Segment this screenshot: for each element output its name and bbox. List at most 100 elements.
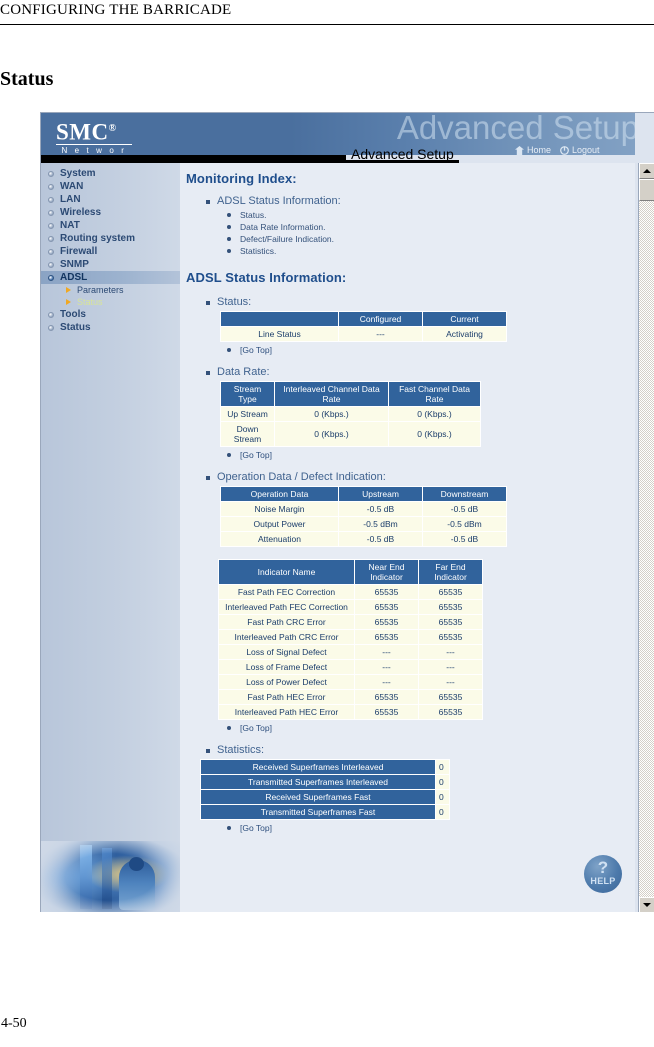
bullet-icon bbox=[48, 197, 54, 203]
sidebar-item-label: Routing system bbox=[60, 233, 136, 244]
op-row1-label: Output Power bbox=[220, 516, 339, 532]
sidebar-subitem-label: Parameters bbox=[77, 285, 124, 295]
status-table: Configured Current Line Status --- Activ… bbox=[220, 311, 507, 342]
logout-button[interactable]: Logout bbox=[560, 145, 600, 155]
ind-row4-near: --- bbox=[354, 644, 419, 660]
sidebar-item-wan[interactable]: WAN bbox=[41, 180, 180, 193]
ind-col-far-end: Far End Indicator bbox=[418, 559, 483, 585]
operation-data-table: Operation Data Upstream Downstream Noise… bbox=[220, 486, 507, 547]
sidebar-item-lan[interactable]: LAN bbox=[41, 193, 180, 206]
ind-row4-label: Loss of Signal Defect bbox=[218, 644, 355, 660]
ind-row7-far: 65535 bbox=[418, 689, 483, 705]
ind-row6-near: --- bbox=[354, 674, 419, 690]
ind-row0-far: 65535 bbox=[418, 584, 483, 600]
sidebar-item-label: Firewall bbox=[60, 246, 98, 257]
sidebar-item-status[interactable]: Status bbox=[41, 321, 180, 334]
statistics-block: Statistics: Received Superframes Interle… bbox=[180, 744, 635, 833]
table-row: Fast Path CRC Error 65535 65535 bbox=[218, 614, 483, 630]
sidebar-item-nat[interactable]: NAT bbox=[41, 219, 180, 232]
question-mark-icon: ? bbox=[597, 858, 609, 877]
table-row: Received Superframes Interleaved 0 bbox=[200, 759, 450, 775]
sidebar-item-adsl[interactable]: ADSL bbox=[41, 271, 180, 284]
sidebar-item-system[interactable]: System bbox=[41, 167, 180, 180]
go-top-link-statistics[interactable]: [Go Top] bbox=[227, 823, 635, 833]
page-title: Status bbox=[0, 68, 54, 90]
status-row-configured: --- bbox=[338, 326, 423, 342]
op-row1-down: -0.5 dBm bbox=[422, 516, 507, 532]
home-button[interactable]: Home bbox=[515, 145, 551, 155]
status-col-blank bbox=[220, 311, 339, 327]
ind-row1-label: Interleaved Path FEC Correction bbox=[218, 599, 355, 615]
logo-secondary-text: N e t w o r k s bbox=[56, 143, 132, 155]
monitoring-index-heading: Monitoring Index: bbox=[186, 171, 297, 186]
banner-nav: Home Logout bbox=[515, 143, 635, 155]
home-icon bbox=[515, 145, 524, 155]
ind-row8-far: 65535 bbox=[418, 704, 483, 720]
table-row: Loss of Frame Defect --- --- bbox=[218, 659, 483, 675]
index-item-adsl-status[interactable]: ADSL Status Information: bbox=[206, 195, 635, 207]
scroll-down-button[interactable] bbox=[639, 897, 654, 912]
table-row: Fast Path FEC Correction 65535 65535 bbox=[218, 584, 483, 600]
header-rule bbox=[0, 24, 654, 25]
sidebar-subitem-parameters[interactable]: Parameters bbox=[41, 284, 180, 296]
ind-col-near-end: Near End Indicator bbox=[354, 559, 419, 585]
ind-row5-far: --- bbox=[418, 659, 483, 675]
go-top-link-status[interactable]: [Go Top] bbox=[227, 345, 635, 355]
index-subitem-defect-failure[interactable]: Defect/Failure Indication. bbox=[227, 234, 635, 244]
go-top-link-operation[interactable]: [Go Top] bbox=[227, 723, 635, 733]
table-header-row: Configured Current bbox=[220, 311, 507, 327]
index-subitem-status[interactable]: Status. bbox=[227, 210, 635, 220]
tab-advanced-setup[interactable]: Advanced Setup bbox=[346, 146, 459, 163]
logout-icon bbox=[560, 145, 569, 155]
bullet-icon bbox=[48, 275, 54, 281]
main-content: Monitoring Index: ADSL Status Informatio… bbox=[180, 163, 635, 912]
chevron-up-icon bbox=[643, 169, 651, 173]
chevron-down-icon bbox=[643, 903, 651, 907]
ind-row6-label: Loss of Power Defect bbox=[218, 674, 355, 690]
ind-row1-near: 65535 bbox=[354, 599, 419, 615]
go-top-link-data-rate[interactable]: [Go Top] bbox=[227, 450, 635, 460]
scrollbar-thumb[interactable] bbox=[639, 179, 654, 201]
ind-row4-far: --- bbox=[418, 644, 483, 660]
vertical-scrollbar[interactable] bbox=[638, 163, 654, 912]
index-subitem-data-rate[interactable]: Data Rate Information. bbox=[227, 222, 635, 232]
op-col-downstream: Downstream bbox=[422, 486, 507, 502]
operation-block-heading: Operation Data / Defect Indication: bbox=[206, 471, 635, 483]
banner-ghost-text: Advanced Setup bbox=[396, 113, 635, 146]
status-block-heading: Status: bbox=[206, 296, 635, 308]
adsl-status-information-heading: ADSL Status Information: bbox=[186, 270, 347, 285]
sidebar-item-label: Tools bbox=[60, 309, 86, 320]
sidebar-item-routing-system[interactable]: Routing system bbox=[41, 232, 180, 245]
scroll-up-button[interactable] bbox=[639, 163, 654, 179]
sidebar-item-label: Status bbox=[60, 322, 91, 333]
table-row: Fast Path HEC Error 65535 65535 bbox=[218, 689, 483, 705]
table-row: Interleaved Path CRC Error 65535 65535 bbox=[218, 629, 483, 645]
dr-row0-fast: 0 (Kbps.) bbox=[388, 406, 481, 422]
sidebar-item-wireless[interactable]: Wireless bbox=[41, 206, 180, 219]
table-row: Up Stream 0 (Kbps.) 0 (Kbps.) bbox=[220, 406, 481, 422]
ind-row3-far: 65535 bbox=[418, 629, 483, 645]
sidebar-item-snmp[interactable]: SNMP bbox=[41, 258, 180, 271]
bullet-icon bbox=[48, 210, 54, 216]
sidebar-item-firewall[interactable]: Firewall bbox=[41, 245, 180, 258]
op-row2-down: -0.5 dB bbox=[422, 531, 507, 547]
table-header-row: Operation Data Upstream Downstream bbox=[220, 486, 507, 502]
ind-col-name: Indicator Name bbox=[218, 559, 355, 585]
op-row1-up: -0.5 dBm bbox=[338, 516, 423, 532]
sidebar-list: System WAN LAN Wireless NAT Routing syst… bbox=[41, 163, 180, 334]
bullet-icon bbox=[48, 249, 54, 255]
op-col-name: Operation Data bbox=[220, 486, 339, 502]
status-row-current: Activating bbox=[422, 326, 507, 342]
scrollbar-track[interactable] bbox=[639, 179, 654, 897]
sidebar-subitem-status[interactable]: Status bbox=[41, 296, 180, 308]
bullet-icon bbox=[48, 236, 54, 242]
ind-row2-label: Fast Path CRC Error bbox=[218, 614, 355, 630]
ind-row8-near: 65535 bbox=[354, 704, 419, 720]
sidebar-item-tools[interactable]: Tools bbox=[41, 308, 180, 321]
index-subitem-statistics[interactable]: Statistics. bbox=[227, 246, 635, 256]
ind-row1-far: 65535 bbox=[418, 599, 483, 615]
dr-row0-interleaved: 0 (Kbps.) bbox=[274, 406, 389, 422]
sidebar-item-label: NAT bbox=[60, 220, 80, 231]
help-button[interactable]: ? HELP bbox=[584, 855, 622, 893]
ind-row8-label: Interleaved Path HEC Error bbox=[218, 704, 355, 720]
